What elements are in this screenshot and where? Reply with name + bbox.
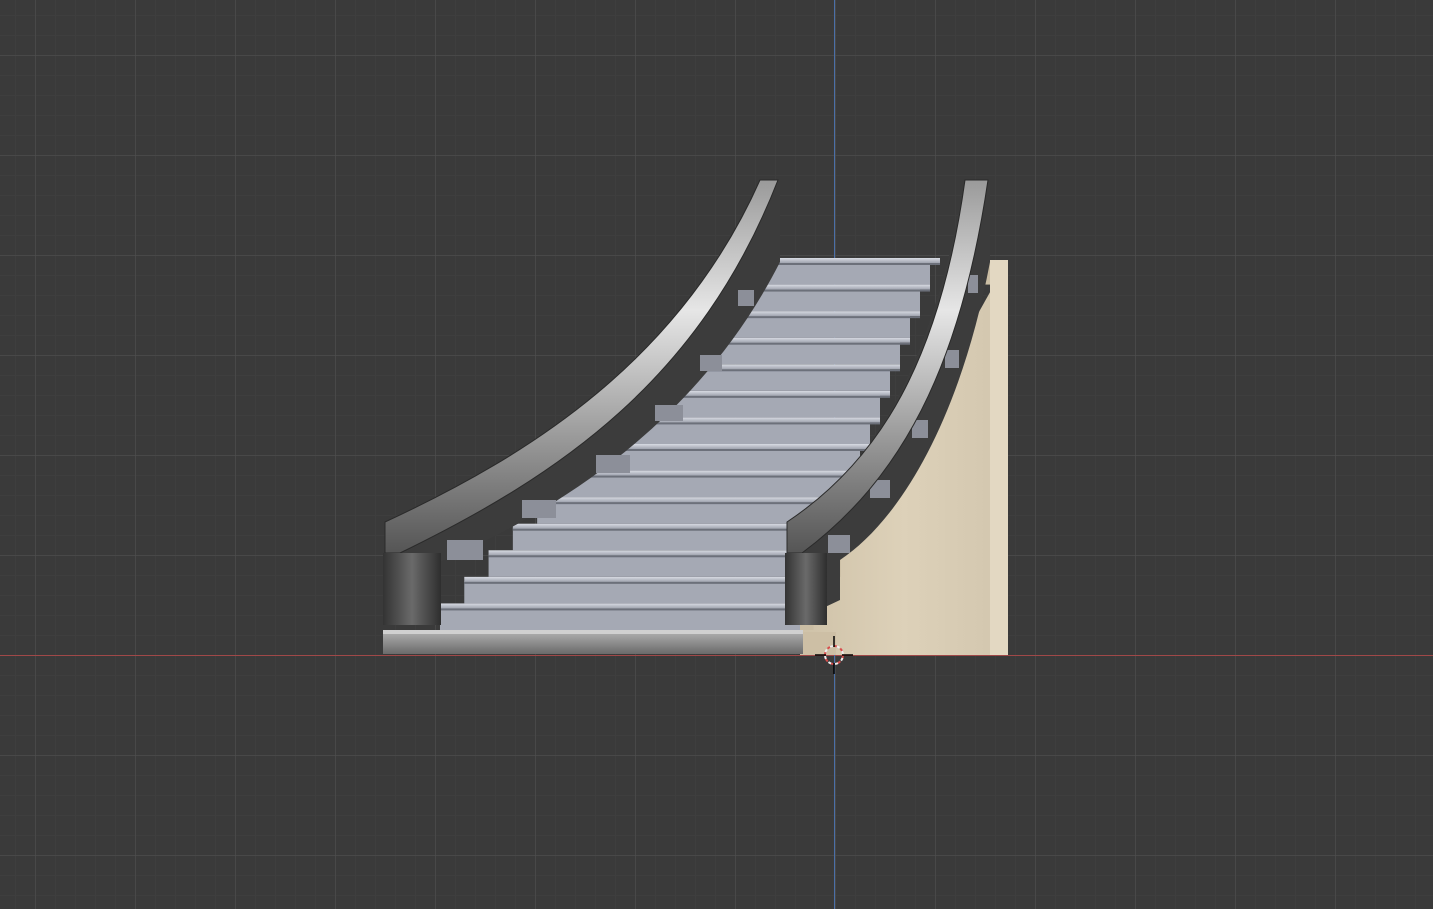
stair-step-tread [488, 550, 830, 556]
railing-slot [655, 405, 683, 421]
railing-slot [522, 500, 556, 518]
3d-viewport[interactable] [0, 0, 1433, 909]
railing-slot [828, 535, 850, 553]
stair-step-shadow [561, 475, 860, 478]
stair-step [464, 580, 810, 604]
railing-slot [945, 350, 959, 368]
stair-step-tread [440, 603, 810, 609]
stair-step-tread [464, 576, 820, 582]
stair-step [440, 607, 800, 630]
railing-slot [596, 455, 630, 473]
stair-step [755, 262, 930, 285]
railing-slot [738, 290, 754, 306]
stair-step-tread [755, 258, 940, 263]
railing-slot [447, 540, 483, 560]
stair-step-shadow [440, 608, 810, 611]
scene-render[interactable] [0, 0, 1433, 909]
stair-step-shadow [537, 502, 850, 505]
stair-step-shadow [488, 555, 830, 558]
stair-step-shadow [585, 449, 870, 451]
stair-step-shadow [464, 581, 820, 584]
railing-slot [700, 355, 722, 371]
stair-base-plate [383, 630, 803, 654]
stair-step-tread [537, 497, 850, 503]
stair-step-shadow [755, 263, 940, 265]
stair-step [488, 554, 820, 577]
stair-step [561, 474, 850, 498]
stair-step [512, 527, 830, 551]
